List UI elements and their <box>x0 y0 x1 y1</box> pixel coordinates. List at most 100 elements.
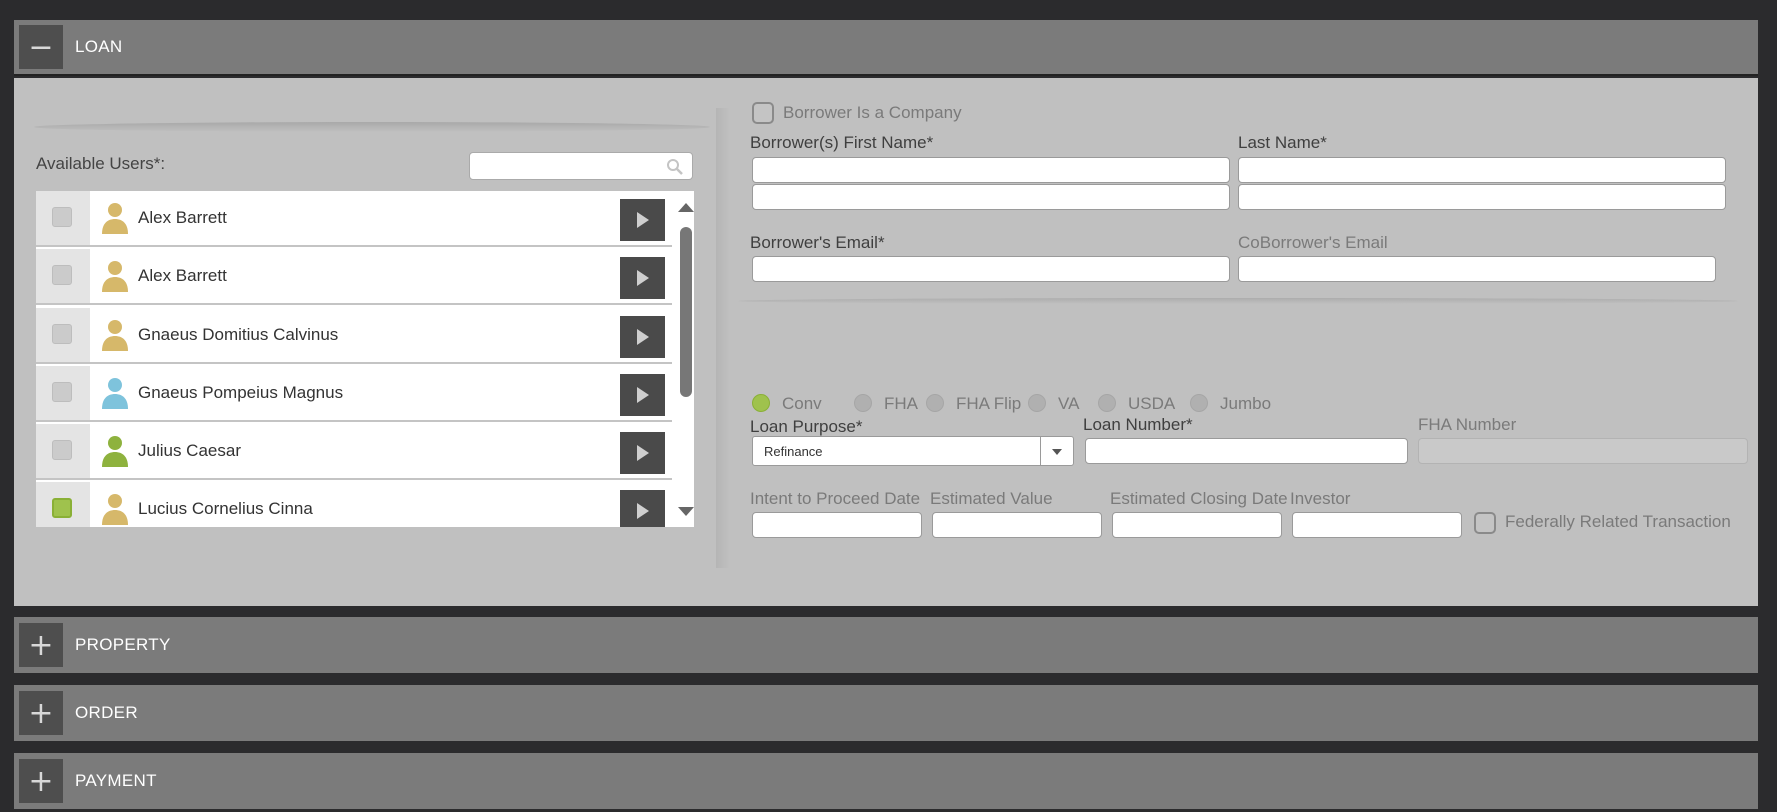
user-row[interactable]: Lucius Cornelius Cinna <box>36 482 672 527</box>
user-row[interactable]: Gnaeus Domitius Calvinus <box>36 308 672 364</box>
chevron-down-icon <box>1052 449 1062 455</box>
user-list[interactable]: Alex Barrett Alex Barrett Gnaeus Domitius … <box>36 191 694 527</box>
loan-type-option-label: Conv <box>782 394 822 413</box>
scroll-up-arrow-icon[interactable] <box>678 203 694 212</box>
last-name-input-2[interactable] <box>1238 184 1726 210</box>
collapse-icon[interactable]: − <box>19 25 63 69</box>
row-checkbox-cell <box>36 424 90 478</box>
last-name-label: Last Name* <box>1238 133 1327 152</box>
user-row[interactable]: Gnaeus Pompeius Magnus <box>36 366 672 422</box>
borrower-email-label: Borrower's Email* <box>750 233 885 252</box>
last-name-input-1[interactable] <box>1238 157 1726 183</box>
play-arrow-icon <box>637 445 649 461</box>
borrower-is-company-label: Borrower Is a Company <box>783 103 962 122</box>
loan-number-input[interactable] <box>1085 438 1408 464</box>
estimated-value-input[interactable] <box>932 512 1102 538</box>
column-divider <box>716 108 730 568</box>
section-title-property: PROPERTY <box>75 635 171 654</box>
user-name: Lucius Cornelius Cinna <box>138 499 313 518</box>
expand-icon[interactable]: + <box>19 759 63 803</box>
borrower-form: Borrower Is a Company Borrower(s) First … <box>738 78 1748 606</box>
loan-purpose-select[interactable]: Refinance <box>752 436 1074 466</box>
borrower-email-input[interactable] <box>752 256 1230 282</box>
row-checkbox-cell <box>36 191 90 245</box>
add-user-button[interactable] <box>620 490 665 527</box>
add-user-button[interactable] <box>620 199 665 241</box>
user-name: Alex Barrett <box>138 208 227 227</box>
add-user-button[interactable] <box>620 374 665 416</box>
play-arrow-icon <box>637 212 649 228</box>
play-arrow-icon <box>637 329 649 345</box>
loan-section-body: Available Users*: Alex Barrett Alex Barre… <box>14 78 1758 606</box>
expand-icon[interactable]: + <box>19 691 63 735</box>
user-search-input[interactable] <box>469 152 693 180</box>
loan-purpose-label: Loan Purpose* <box>750 417 863 436</box>
loan-type-radio[interactable] <box>752 394 770 412</box>
user-row[interactable]: Julius Caesar <box>36 424 672 480</box>
loan-type-radio[interactable] <box>854 394 872 412</box>
coborrower-email-input[interactable] <box>1238 256 1716 282</box>
intent-to-proceed-input[interactable] <box>752 512 922 538</box>
loan-type-radio[interactable] <box>926 394 944 412</box>
play-arrow-icon <box>637 503 649 519</box>
user-select-checkbox[interactable] <box>52 440 72 460</box>
fha-number-input[interactable] <box>1418 438 1748 464</box>
panel-shadow <box>34 122 710 132</box>
row-checkbox-cell <box>36 482 90 527</box>
loan-type-option-label: VA <box>1058 394 1080 413</box>
scroll-down-arrow-icon[interactable] <box>678 507 694 516</box>
available-users-label: Available Users*: <box>36 154 166 173</box>
user-select-checkbox[interactable] <box>52 382 72 402</box>
user-select-checkbox[interactable] <box>52 265 72 285</box>
add-user-button[interactable] <box>620 316 665 358</box>
user-avatar-icon <box>102 261 128 292</box>
user-avatar-icon <box>102 320 128 351</box>
form-separator <box>738 298 1738 304</box>
property-section-header[interactable]: + PROPERTY <box>14 617 1758 673</box>
user-select-checkbox[interactable] <box>52 324 72 344</box>
loan-section-header[interactable]: − LOAN <box>14 20 1758 76</box>
loan-type-option-label: FHA Flip <box>956 394 1022 413</box>
dropdown-button[interactable] <box>1040 437 1073 465</box>
estimated-closing-date-input[interactable] <box>1112 512 1282 538</box>
section-title-loan: LOAN <box>75 37 123 56</box>
loan-type-option-label: USDA <box>1128 394 1176 413</box>
coborrower-email-label: CoBorrower's Email <box>1238 233 1388 252</box>
play-arrow-icon <box>637 270 649 286</box>
payment-section-header[interactable]: + PAYMENT <box>14 753 1758 809</box>
investor-input[interactable] <box>1292 512 1462 538</box>
row-checkbox-cell <box>36 308 90 362</box>
user-name: Alex Barrett <box>138 266 227 285</box>
add-user-button[interactable] <box>620 432 665 474</box>
order-section-header[interactable]: + ORDER <box>14 685 1758 741</box>
intent-to-proceed-label: Intent to Proceed Date <box>750 489 921 508</box>
user-row[interactable]: Alex Barrett <box>36 191 672 247</box>
loan-type-radio[interactable] <box>1190 394 1208 412</box>
loan-type-radio[interactable] <box>1028 394 1046 412</box>
user-row[interactable]: Alex Barrett <box>36 249 672 305</box>
row-checkbox-cell <box>36 249 90 303</box>
loan-type-radio[interactable] <box>1098 394 1116 412</box>
loan-purpose-value: Refinance <box>764 444 823 459</box>
first-name-input-2[interactable] <box>752 184 1230 210</box>
section-title-payment: PAYMENT <box>75 771 157 790</box>
first-name-label: Borrower(s) First Name* <box>750 133 934 152</box>
loan-number-label: Loan Number* <box>1083 415 1193 434</box>
federally-related-checkbox[interactable] <box>1474 512 1496 534</box>
user-select-checkbox[interactable] <box>52 498 72 518</box>
section-title-order: ORDER <box>75 703 138 722</box>
borrower-is-company-checkbox[interactable] <box>752 102 774 124</box>
user-name: Gnaeus Pompeius Magnus <box>138 383 344 402</box>
user-avatar-icon <box>102 436 128 467</box>
add-user-button[interactable] <box>620 257 665 299</box>
user-avatar-icon <box>102 203 128 234</box>
user-avatar-icon <box>102 494 128 525</box>
row-checkbox-cell <box>36 366 90 420</box>
estimated-closing-date-label: Estimated Closing Date <box>1110 489 1288 508</box>
expand-icon[interactable]: + <box>19 623 63 667</box>
play-arrow-icon <box>637 387 649 403</box>
user-select-checkbox[interactable] <box>52 207 72 227</box>
first-name-input-1[interactable] <box>752 157 1230 183</box>
user-name: Julius Caesar <box>138 441 241 460</box>
scrollbar-thumb[interactable] <box>680 227 692 397</box>
